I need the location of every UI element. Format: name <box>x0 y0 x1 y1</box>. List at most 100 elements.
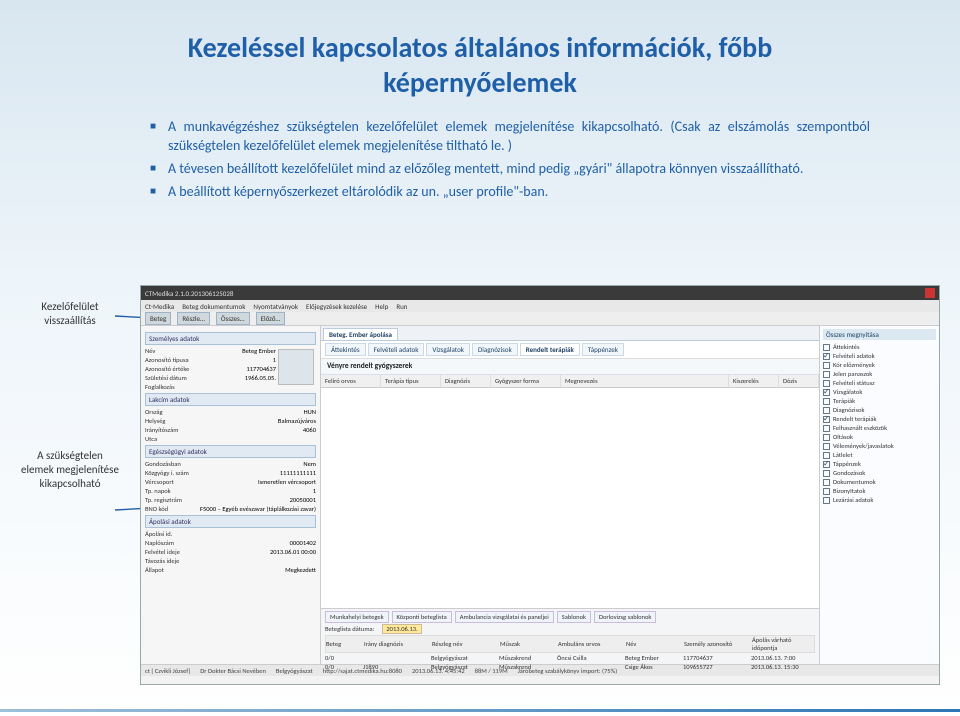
chk-label: Felvételi státusz <box>833 379 875 387</box>
bullet-item: A munkavégzéshez szükségtelen kezelőfelü… <box>150 118 870 156</box>
checkbox[interactable] <box>823 425 830 432</box>
bcol: Részleg név <box>432 640 492 648</box>
label: Gondozásban <box>145 460 181 468</box>
checkbox[interactable] <box>823 389 830 396</box>
subtab[interactable]: Táppénzek <box>582 343 624 356</box>
value: 1 <box>313 487 316 495</box>
col-header[interactable]: Kiszerelés <box>729 375 779 387</box>
label: Azonosító értéke <box>145 365 189 373</box>
grid-body[interactable] <box>321 388 819 608</box>
checkbox[interactable] <box>823 443 830 450</box>
menu-item[interactable]: Ct-Medika <box>145 302 174 311</box>
checkbox[interactable] <box>823 461 830 468</box>
label: Vércsoport <box>145 478 174 486</box>
col-header[interactable]: Megnevezés <box>561 375 729 387</box>
table-row[interactable]: 0/0 Belgyógyászat Műszakrend Öncsi Csill… <box>325 654 815 662</box>
menu-item[interactable]: Run <box>396 302 407 311</box>
bottom-tab[interactable]: Sablonok <box>557 611 591 623</box>
chk-label: Vélemények/javaslatok <box>833 442 894 450</box>
menu-item[interactable]: Előjegyzések kezelése <box>306 302 367 311</box>
col-header[interactable]: Dózis <box>779 375 819 387</box>
checkbox[interactable] <box>823 362 830 369</box>
date-value[interactable]: 2013.06.13. <box>382 624 421 634</box>
toolbar-button[interactable]: Előző… <box>256 312 286 325</box>
section-header[interactable]: Személyes adatok <box>145 332 316 345</box>
chk-label: Felvételi adatok <box>833 352 875 360</box>
bcol: Név <box>626 640 676 648</box>
status-item: Belgyógyászat <box>276 667 313 675</box>
menu-item[interactable]: Nyomtatványok <box>253 302 298 311</box>
bcol: Ápolás várható időpontja <box>752 636 814 652</box>
toolbar-button[interactable]: Összes… <box>216 312 250 325</box>
patient-panel: Személyes adatok NévBeteg Ember Azonosít… <box>141 326 321 664</box>
checkbox[interactable] <box>823 434 830 441</box>
value: 00001402 <box>290 539 316 547</box>
menu-item[interactable]: Help <box>375 302 388 311</box>
col-header[interactable]: Terápia típus <box>381 375 441 387</box>
status-item: 88M / 119M <box>475 667 508 675</box>
bottom-tab[interactable]: Dorlovizsg sablonok <box>594 611 656 623</box>
checkbox[interactable] <box>823 407 830 414</box>
checkbox[interactable] <box>823 452 830 459</box>
value: 11111111111 <box>280 469 316 477</box>
toolbar-button[interactable]: Részle… <box>177 312 210 325</box>
menu-bar[interactable]: Ct-Medika Beteg dokumentumok Nyomtatvány… <box>141 300 939 312</box>
label: Távozás ideje <box>145 557 179 565</box>
checkbox[interactable] <box>823 344 830 351</box>
bcol: Személy azonosító <box>684 640 744 648</box>
bullet-list: A munkavégzéshez szükségtelen kezelőfelü… <box>150 118 870 202</box>
label: Tp. napok <box>145 487 171 495</box>
label: Név <box>145 347 155 355</box>
side-label-hide: A szükségtelen elemek megjelenítése kika… <box>20 449 120 492</box>
subtab[interactable]: Vizsgálatok <box>426 343 470 356</box>
checkbox[interactable] <box>823 470 830 477</box>
value: 1 <box>273 356 276 364</box>
checkbox[interactable] <box>823 371 830 378</box>
visibility-panel: Összes megnyitása Áttekintés Felvételi a… <box>819 326 939 664</box>
col-header[interactable]: Felíró orvos <box>321 375 381 387</box>
bottom-panel: Munkahelyi betegek Központi beteglista A… <box>321 608 819 664</box>
checkbox[interactable] <box>823 398 830 405</box>
bottom-tab[interactable]: Központi beteglista <box>392 611 452 623</box>
value: Ismeretlen vércsoport <box>258 478 316 486</box>
side-label-reset: Kezelőfelület visszaállítás <box>20 300 120 329</box>
value: 4060 <box>303 426 316 434</box>
bottom-tab[interactable]: Ambulancia vizsgálatai és paneljei <box>455 611 554 623</box>
menu-item[interactable]: Beteg dokumentumok <box>182 302 245 311</box>
close-icon[interactable] <box>925 288 935 298</box>
section-header[interactable]: Ápolási adatok <box>145 515 316 528</box>
value: Megkezdett <box>285 566 316 574</box>
subtab[interactable]: Áttekintés <box>325 343 366 356</box>
value: 20050001 <box>290 496 316 504</box>
value: 1966.05.05. <box>245 374 276 382</box>
section-header[interactable]: Lakcím adatok <box>145 393 316 406</box>
chk-label: Gondozások <box>833 469 865 477</box>
col-header[interactable]: Gyógyszer forma <box>491 375 561 387</box>
checkbox[interactable] <box>823 488 830 495</box>
checkbox[interactable] <box>823 416 830 423</box>
chk-label: Felhasznált eszközök <box>833 424 887 432</box>
checkbox[interactable] <box>823 353 830 360</box>
checkbox[interactable] <box>823 479 830 486</box>
checkbox[interactable] <box>823 497 830 504</box>
subtab[interactable]: Rendelt terápiák <box>520 343 580 356</box>
chk-label: Jelen panaszok <box>833 370 872 378</box>
sub-tabs: Áttekintés Felvételi adatok Vizsgálatok … <box>321 341 819 359</box>
status-item: Dr Dokter Bácsi Nevében <box>200 667 266 675</box>
bcol: Beteg <box>326 640 356 648</box>
right-panel-header[interactable]: Összes megnyitása <box>823 329 936 340</box>
status-item: http://sajat.ctmedika.hu:8080 <box>323 667 402 675</box>
tab-patient-care[interactable]: Beteg. Ember ápolása <box>323 328 398 340</box>
label: Foglalkozás <box>145 383 175 391</box>
bullet-item: A beállított képernyőszerkezet eltárolód… <box>150 183 870 202</box>
toolbar-button[interactable]: Beteg <box>145 312 171 325</box>
chk-label: Oltások <box>833 433 853 441</box>
col-header[interactable]: Diagnózis <box>441 375 491 387</box>
subtab[interactable]: Felvételi adatok <box>368 343 425 356</box>
section-header[interactable]: Egészségügyi adatok <box>145 445 316 458</box>
subtab[interactable]: Diagnózisok <box>472 343 518 356</box>
chk-label: Vizsgálatok <box>833 388 862 396</box>
bottom-tab[interactable]: Munkahelyi betegek <box>325 611 389 623</box>
checkbox[interactable] <box>823 380 830 387</box>
label: Tp. regisztrám <box>145 496 182 504</box>
